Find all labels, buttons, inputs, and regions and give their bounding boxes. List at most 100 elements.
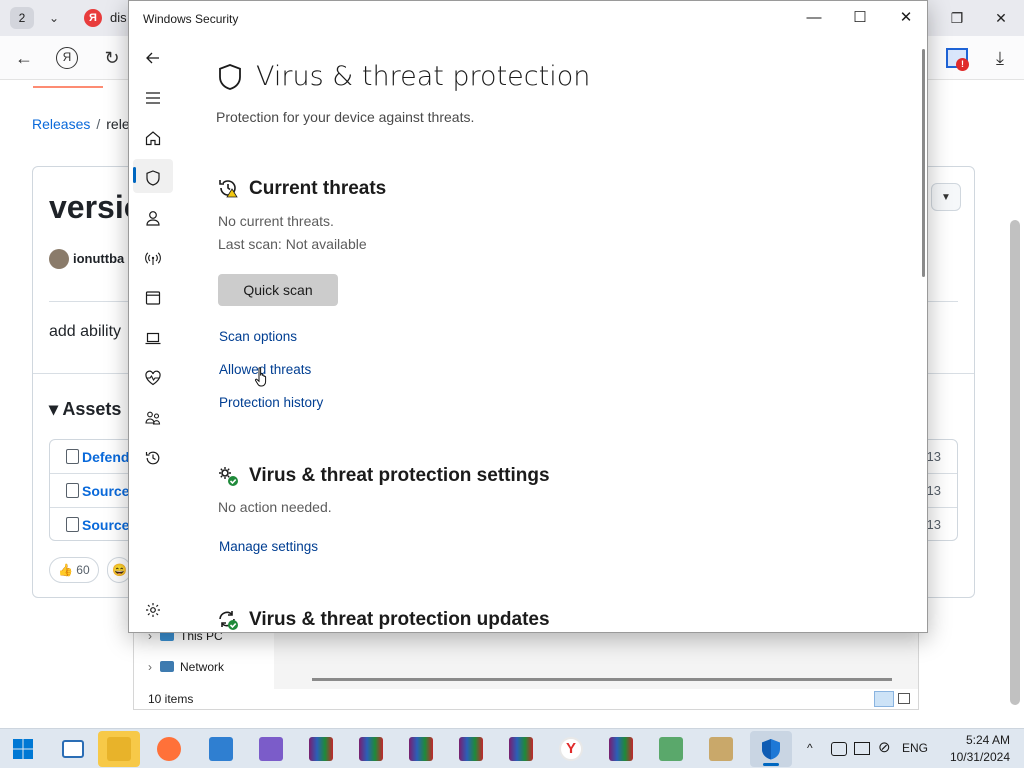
reaction-thumbs-up-button[interactable]: 👍 60 (49, 557, 99, 583)
avatar[interactable] (49, 249, 69, 269)
firefox-icon (157, 737, 181, 761)
winrar-taskbar-button[interactable] (350, 731, 392, 767)
asset-link[interactable]: Source (82, 517, 129, 533)
shield-icon[interactable] (141, 166, 165, 190)
history-icon[interactable] (141, 446, 165, 470)
photos-taskbar-button[interactable] (200, 731, 242, 767)
yandex-favicon-icon: Я (84, 9, 102, 27)
task-view-icon (62, 740, 84, 758)
clock-date: 10/31/2024 (949, 750, 1010, 764)
settings-status-text: No action needed. (218, 499, 332, 515)
maximize-icon[interactable]: ☐ (837, 1, 883, 35)
close-icon[interactable]: ✕ (986, 6, 1016, 30)
laptop-device-icon[interactable] (141, 326, 165, 350)
account-person-icon[interactable] (141, 206, 165, 230)
tab-count-button[interactable]: 2 (10, 7, 34, 29)
winrar-taskbar-button[interactable] (300, 731, 342, 767)
winrar-taskbar-button[interactable] (600, 731, 642, 767)
file-explorer-taskbar-button[interactable] (98, 731, 140, 767)
scan-options-link[interactable]: Scan options (219, 329, 297, 344)
installer-taskbar-button[interactable] (650, 731, 692, 767)
release-author[interactable]: ionuttba (73, 251, 124, 266)
section-title-protection-updates: Virus & threat protection updates (249, 609, 550, 630)
windows-security-taskbar-button[interactable] (750, 731, 792, 767)
close-icon[interactable]: ✕ (883, 1, 927, 35)
language-indicator[interactable]: ENG (902, 741, 928, 755)
reload-icon[interactable]: ↻ (98, 44, 126, 72)
chevron-up-icon[interactable]: ^ (807, 741, 813, 755)
minimize-icon[interactable]: — (791, 1, 837, 35)
home-icon[interactable] (141, 126, 165, 150)
section-title-protection-settings: Virus & threat protection settings (249, 465, 550, 486)
archive-taskbar-button[interactable] (700, 731, 742, 767)
settings-check-icon (219, 467, 238, 486)
alert-badge-icon: ! (956, 58, 969, 71)
wireless-antenna-icon[interactable] (141, 246, 165, 270)
meet-now-icon[interactable] (831, 742, 847, 756)
back-arrow-icon[interactable]: ← (10, 44, 38, 72)
start-button[interactable] (2, 731, 44, 767)
network-disconnected-icon[interactable]: ⊘ (878, 738, 891, 756)
windows-logo-icon (13, 739, 33, 759)
shield-icon (219, 64, 241, 90)
windows-security-window: Windows Security — ☐ ✕ Virus & threat pr… (128, 0, 928, 633)
firefox-taskbar-button[interactable] (148, 731, 190, 767)
winrar-icon (409, 737, 433, 761)
winrar-taskbar-button[interactable] (400, 731, 442, 767)
page-subtitle: Protection for your device against threa… (216, 109, 475, 125)
browser-tab-title[interactable]: dis (110, 10, 127, 25)
restore-icon[interactable]: ❐ (942, 6, 972, 30)
winrar-taskbar-button[interactable] (500, 731, 542, 767)
hamburger-menu-icon[interactable] (141, 86, 165, 110)
yandex-browser-taskbar-button[interactable]: Y (550, 731, 592, 767)
package-icon (66, 449, 79, 464)
folder-icon (107, 737, 131, 761)
breadcrumb-separator: / (96, 116, 101, 132)
app-browser-control-icon[interactable] (141, 286, 165, 310)
visual-studio-taskbar-button[interactable] (250, 731, 292, 767)
nav-item-network[interactable]: › Network (148, 660, 224, 674)
main-content: Virus & threat protection Protection for… (177, 35, 927, 632)
winrar-icon (459, 737, 483, 761)
heart-pulse-icon[interactable] (141, 366, 165, 390)
asset-date: 13 (926, 517, 941, 532)
horizontal-scrollbar[interactable] (312, 678, 892, 681)
large-icons-view-icon[interactable] (898, 693, 910, 704)
release-notes: add ability (49, 323, 122, 340)
page-title: Virus & threat protection (256, 61, 591, 92)
system-clock[interactable]: 5:24 AM 10/31/2024 (950, 732, 1010, 766)
protection-history-link[interactable]: Protection history (219, 395, 323, 410)
visual-studio-icon (259, 737, 283, 761)
active-tab-underline (33, 86, 103, 88)
chevron-down-icon[interactable]: ⌄ (42, 7, 66, 29)
vertical-scrollbar[interactable] (922, 49, 925, 277)
task-view-button[interactable] (52, 731, 94, 767)
dropdown-caret-icon[interactable]: ▼ (931, 183, 961, 211)
yandex-button[interactable]: Я (56, 47, 78, 69)
manage-settings-link[interactable]: Manage settings (219, 539, 318, 554)
network-icon (160, 661, 174, 672)
title-bar[interactable]: Windows Security — ☐ ✕ (129, 1, 927, 35)
file-zip-icon (66, 483, 79, 498)
photos-icon (209, 737, 233, 761)
display-icon[interactable] (854, 742, 870, 755)
breadcrumb-releases-link[interactable]: Releases (32, 116, 90, 132)
taskbar: Y ^ ⊘ ENG 5:24 AM 10/31/2024 (0, 728, 1024, 768)
hand-pointer-cursor-icon (254, 367, 267, 387)
family-options-icon[interactable] (141, 406, 165, 430)
details-view-icon[interactable] (874, 691, 894, 707)
assets-heading[interactable]: ▾ Assets (49, 399, 121, 420)
explorer-nav-pane: › This PC › Network (134, 627, 274, 689)
section-title-current-threats: Current threats (249, 178, 387, 199)
back-arrow-icon[interactable] (141, 46, 165, 70)
threat-history-warning-icon (219, 180, 238, 198)
download-icon[interactable]: ⤓ (986, 44, 1014, 72)
winrar-icon (609, 737, 633, 761)
gear-icon[interactable] (141, 598, 165, 622)
file-zip-icon (66, 517, 79, 532)
winrar-taskbar-button[interactable] (450, 731, 492, 767)
asset-link[interactable]: Source (82, 483, 129, 499)
asset-link[interactable]: Defend (82, 449, 129, 465)
page-scrollbar[interactable] (1010, 220, 1020, 705)
quick-scan-button[interactable]: Quick scan (218, 274, 338, 306)
